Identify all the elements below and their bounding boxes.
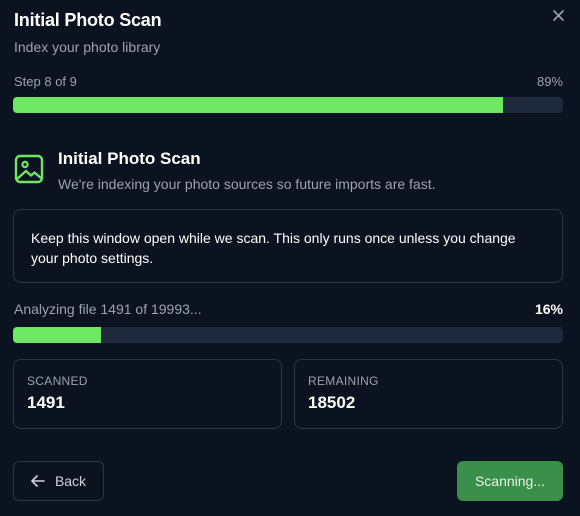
scanning-button[interactable]: Scanning... <box>457 461 563 501</box>
step-percent: 89% <box>536 74 563 89</box>
section-title: Initial Photo Scan <box>58 149 201 168</box>
info-message-box: Keep this window open while we scan. Thi… <box>13 209 563 283</box>
step-indicator: Step 8 of 9 <box>14 74 77 89</box>
photo-scan-dialog: Initial Photo Scan Index your photo libr… <box>0 0 580 516</box>
close-button[interactable] <box>546 4 570 26</box>
scan-status: Analyzing file 1491 of 19993... <box>14 301 202 317</box>
image-icon <box>14 154 44 184</box>
remaining-card: REMAINING 18502 <box>294 359 563 429</box>
section-description: We're indexing your photo sources so fut… <box>58 176 436 192</box>
dialog-title: Initial Photo Scan <box>14 10 162 30</box>
arrow-left-icon <box>31 475 45 487</box>
back-button-label: Back <box>54 473 87 489</box>
scan-progress-fill <box>13 327 101 343</box>
dialog-subtitle: Index your photo library <box>14 39 161 55</box>
close-icon <box>552 9 564 21</box>
step-progress-fill <box>13 97 503 113</box>
scanning-button-label: Scanning... <box>474 473 546 489</box>
scanned-value: 1491 <box>27 393 65 412</box>
step-progress-bar <box>13 97 563 113</box>
info-message: Keep this window open while we scan. Thi… <box>31 230 516 266</box>
scanned-card: SCANNED 1491 <box>13 359 282 429</box>
back-button[interactable]: Back <box>13 461 104 501</box>
remaining-label: REMAINING <box>308 374 379 388</box>
scan-progress-bar <box>13 327 563 343</box>
scan-percent: 16% <box>534 301 563 317</box>
scanned-label: SCANNED <box>27 374 88 388</box>
remaining-value: 18502 <box>308 393 356 412</box>
